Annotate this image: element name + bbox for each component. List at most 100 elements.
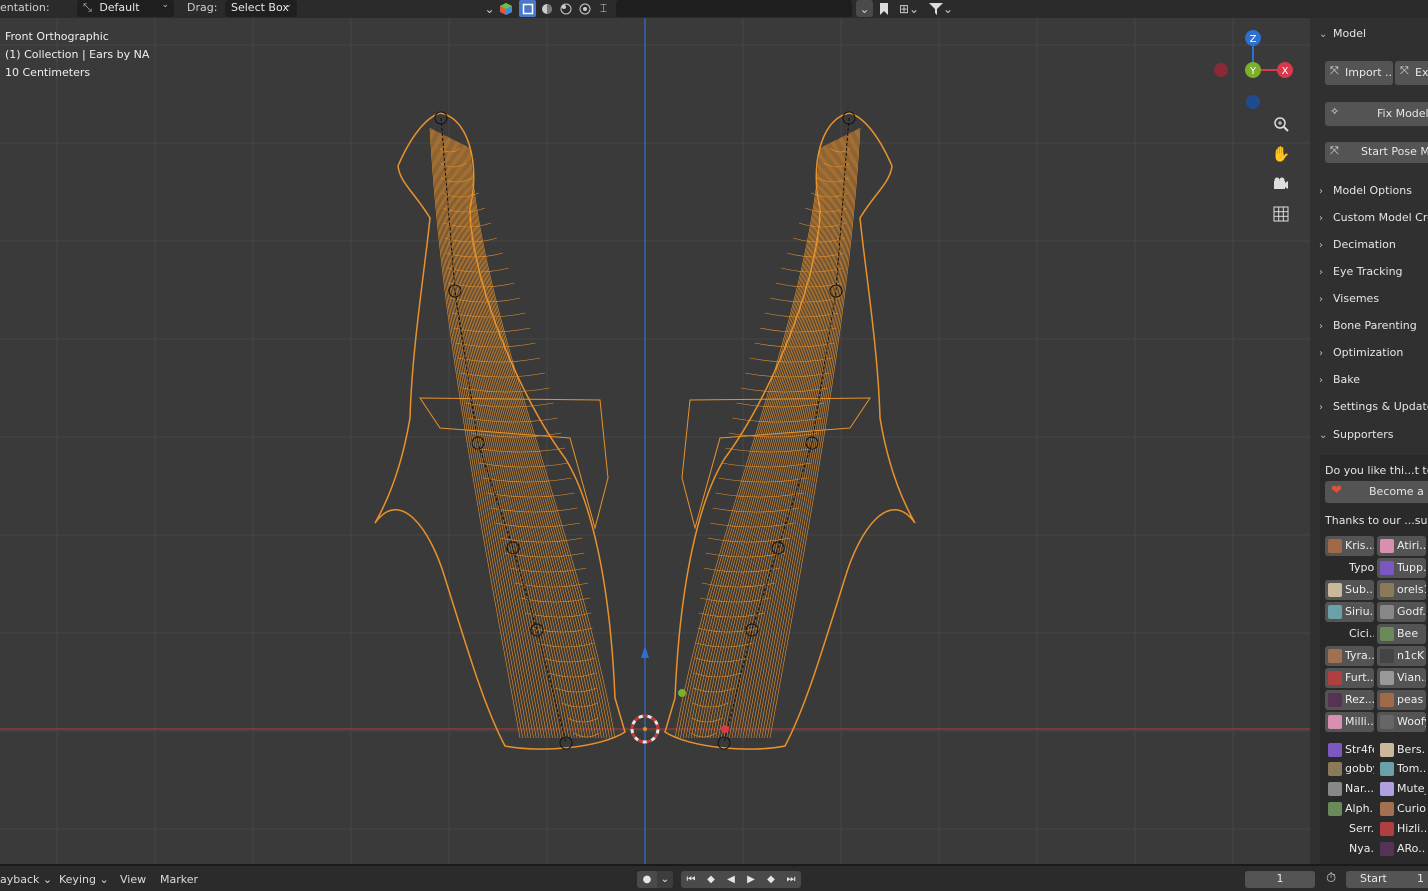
- section-decimation[interactable]: › Decimation: [1310, 235, 1428, 257]
- section-custom-model-crea[interactable]: › Custom Model Crea: [1310, 208, 1428, 230]
- zoom-icon[interactable]: [1268, 111, 1294, 137]
- grid-view-icon[interactable]: [1268, 201, 1294, 227]
- start-frame-field[interactable]: Start 1: [1346, 871, 1428, 888]
- play-icon[interactable]: ▶: [741, 871, 761, 888]
- supporters-header[interactable]: ⌄ Supporters: [1310, 425, 1428, 447]
- export-button[interactable]: ⤧ Exp: [1395, 61, 1428, 85]
- playback-menu[interactable]: ayback ⌄: [0, 873, 52, 886]
- supporter-item[interactable]: ARo...: [1377, 839, 1426, 859]
- supporter-name: Sub...: [1345, 583, 1374, 596]
- next-keyframe-icon[interactable]: ◆: [761, 871, 781, 888]
- avatar: [1328, 715, 1342, 729]
- supporter-item[interactable]: Vian...: [1377, 668, 1426, 688]
- supporter-item[interactable]: Alph...: [1325, 799, 1374, 819]
- avatar: [1380, 802, 1394, 816]
- supporter-item[interactable]: orels1: [1377, 580, 1426, 600]
- play-reverse-icon[interactable]: ◀: [721, 871, 741, 888]
- import-button[interactable]: ⤧ Import ...: [1325, 61, 1393, 85]
- jump-end-icon[interactable]: ⏭: [781, 871, 801, 888]
- chevron-right-icon: ›: [1319, 402, 1323, 413]
- supporter-item[interactable]: n1cK: [1377, 646, 1426, 666]
- mesh-wire: [461, 143, 597, 739]
- solid-shading-icon[interactable]: [538, 0, 555, 17]
- chevron-down-icon[interactable]: ⌄: [481, 0, 498, 17]
- supporter-item[interactable]: Tupp...: [1377, 558, 1426, 578]
- chevron-right-icon: ›: [1319, 321, 1323, 332]
- supporter-item[interactable]: Sub...: [1325, 580, 1374, 600]
- section-visemes[interactable]: › Visemes: [1310, 289, 1428, 311]
- supporter-name: Nya...: [1349, 842, 1374, 855]
- supporter-item[interactable]: Furt...: [1325, 668, 1374, 688]
- gizmo-y-label: Y: [1249, 66, 1257, 77]
- sidebar-panel: ⌄ Model ⤧ Import ... ⤧ Exp ✧ Fix Model ⤧ …: [1310, 18, 1428, 864]
- gizmo-color-icon[interactable]: [497, 0, 514, 17]
- brush-icon[interactable]: ⌶: [595, 0, 612, 17]
- section-bake[interactable]: › Bake: [1310, 370, 1428, 392]
- supporter-item[interactable]: Milli...: [1325, 712, 1374, 732]
- rendered-shading-icon[interactable]: [576, 0, 593, 17]
- supporter-item[interactable]: Curio: [1377, 799, 1426, 819]
- supporter-item[interactable]: Woofy: [1377, 712, 1426, 732]
- view-menu[interactable]: View: [120, 873, 146, 886]
- marker-menu[interactable]: Marker: [160, 873, 198, 886]
- supporter-item[interactable]: Tyra...: [1325, 646, 1374, 666]
- supporter-item[interactable]: Typo: [1325, 558, 1374, 578]
- display-mode-icon[interactable]: ⊞⌄: [896, 0, 922, 17]
- section-label: Custom Model Crea: [1333, 211, 1428, 224]
- supporter-item[interactable]: Kris...: [1325, 536, 1374, 556]
- supporter-name: Alph...: [1345, 802, 1374, 815]
- supporter-item[interactable]: Serr...: [1325, 819, 1374, 839]
- supporter-name: Tom...: [1397, 762, 1426, 775]
- supporter-item[interactable]: peas: [1377, 690, 1426, 710]
- section-settings-updates[interactable]: › Settings & Updates: [1310, 397, 1428, 419]
- camera-icon[interactable]: [1268, 171, 1294, 197]
- drag-dropdown[interactable]: Select Box ⌄: [225, 0, 297, 17]
- stopwatch-icon[interactable]: ⏱: [1326, 871, 1336, 886]
- material-shading-icon[interactable]: [557, 0, 574, 17]
- filter-dropdown-icon[interactable]: ⌄: [856, 0, 873, 17]
- supporter-item[interactable]: Cici...: [1325, 624, 1374, 644]
- navigation-gizmo[interactable]: Z X Y: [1210, 28, 1295, 113]
- supporter-name: Vian...: [1397, 671, 1426, 684]
- become-patron-button[interactable]: ❤ Become a P: [1325, 481, 1428, 503]
- section-model-options[interactable]: › Model Options: [1310, 181, 1428, 203]
- fix-model-button[interactable]: ✧ Fix Model: [1325, 102, 1428, 126]
- supporter-item[interactable]: Atiri...: [1377, 536, 1426, 556]
- jump-start-icon[interactable]: ⏮: [681, 871, 701, 888]
- orientation-dropdown[interactable]: ⤡ Default ⌄: [77, 0, 174, 17]
- avatar: [1380, 782, 1394, 796]
- section-optimization[interactable]: › Optimization: [1310, 343, 1428, 365]
- search-input[interactable]: [616, 0, 852, 17]
- avatar: [1328, 762, 1342, 776]
- supporter-item[interactable]: Bee: [1377, 624, 1426, 644]
- section-eye-tracking[interactable]: › Eye Tracking: [1310, 262, 1428, 284]
- chevron-down-icon[interactable]: ⌄: [657, 871, 673, 888]
- model-panel-header[interactable]: ⌄ Model: [1310, 24, 1428, 46]
- bookmark-icon[interactable]: [875, 0, 892, 17]
- supporter-item[interactable]: gobby: [1325, 759, 1374, 779]
- supporter-item[interactable]: Tom...: [1377, 759, 1426, 779]
- record-icon[interactable]: ●: [637, 871, 657, 888]
- supporter-item[interactable]: Hizli...: [1377, 819, 1426, 839]
- supporter-item[interactable]: Bers...: [1377, 740, 1426, 760]
- wireframe-shading-icon[interactable]: [519, 0, 536, 17]
- pan-hand-icon[interactable]: ✋: [1268, 141, 1294, 167]
- start-label: Start: [1360, 872, 1387, 885]
- supporter-item[interactable]: Godf...: [1377, 602, 1426, 622]
- section-bone-parenting[interactable]: › Bone Parenting: [1310, 316, 1428, 338]
- supporter-item[interactable]: Nya...: [1325, 839, 1374, 859]
- 3d-viewport[interactable]: Front Orthographic (1) Collection | Ears…: [0, 18, 1310, 864]
- supporter-item[interactable]: Siriu...: [1325, 602, 1374, 622]
- prev-keyframe-icon[interactable]: ◆: [701, 871, 721, 888]
- mesh-wire: [710, 522, 795, 528]
- supporter-item[interactable]: Rez...: [1325, 690, 1374, 710]
- supporter-item[interactable]: Nar...: [1325, 779, 1374, 799]
- keying-menu[interactable]: Keying ⌄: [59, 873, 109, 886]
- filter-icon[interactable]: ⌄: [927, 0, 955, 17]
- gizmo-z-label: Z: [1250, 34, 1257, 45]
- supporter-item[interactable]: Mute_: [1377, 779, 1426, 799]
- start-pose-button[interactable]: ⤧ Start Pose Mo: [1325, 142, 1428, 163]
- avatar: [1328, 671, 1342, 685]
- current-frame-field[interactable]: 1: [1245, 871, 1315, 888]
- supporter-item[interactable]: Str4fe: [1325, 740, 1374, 760]
